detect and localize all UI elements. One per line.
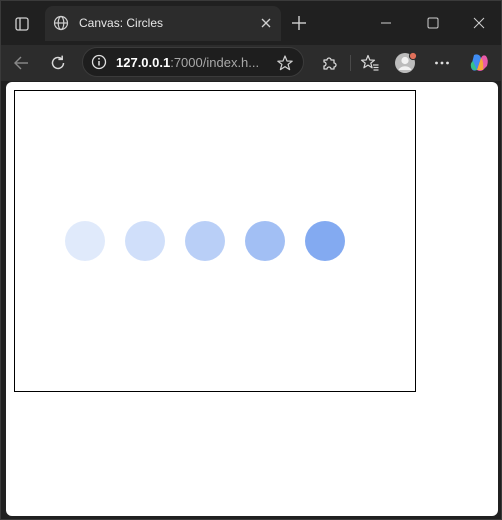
address-bar[interactable]: 127.0.0.1:7000/index.h...: [82, 47, 304, 77]
reload-icon: [51, 55, 65, 70]
globe-icon: [53, 15, 69, 31]
toolbar-divider: [350, 55, 351, 71]
more-button[interactable]: [430, 51, 454, 75]
circle-1: [65, 221, 105, 261]
tab-actions-button[interactable]: [9, 11, 35, 37]
extensions-button[interactable]: [317, 51, 341, 75]
drawing-canvas[interactable]: [14, 90, 416, 392]
url-path: :7000/index.h...: [170, 55, 260, 70]
circle-5: [305, 221, 345, 261]
circle-2: [125, 221, 165, 261]
tab-title: Canvas: Circles: [79, 16, 164, 30]
favorites-button[interactable]: [358, 51, 382, 75]
profile-avatar: [395, 51, 418, 73]
circle-4: [245, 221, 285, 261]
favorites-icon: [360, 54, 379, 71]
profile-button[interactable]: [394, 51, 418, 75]
url-host: 127.0.0.1: [116, 55, 171, 70]
back-button[interactable]: [9, 51, 33, 75]
reload-button[interactable]: [46, 51, 70, 75]
title-bar: Canvas: Circles: [1, 1, 501, 45]
tab-active[interactable]: Canvas: Circles: [45, 6, 281, 41]
info-icon[interactable]: [91, 54, 107, 70]
star-icon[interactable]: [276, 54, 294, 72]
maximize-icon[interactable]: [423, 13, 443, 33]
extensions-icon: [323, 57, 337, 70]
minimize-icon[interactable]: [376, 13, 396, 33]
page-content: [6, 82, 498, 516]
copilot-button[interactable]: [467, 51, 491, 75]
toolbar: 127.0.0.1:7000/index.h...: [1, 45, 501, 81]
back-arrow-icon: [14, 56, 28, 70]
plus-icon[interactable]: [289, 13, 309, 33]
more-icon: [435, 61, 449, 65]
browser-window: Canvas: Circles 127.0.0.1:7000/index.h..…: [0, 0, 502, 520]
url-text[interactable]: 127.0.0.1:7000/index.h...: [116, 55, 259, 70]
copilot-icon: [470, 54, 488, 71]
window-close-icon[interactable]: [469, 13, 489, 33]
tab-actions-icon: [15, 17, 29, 31]
circle-3: [185, 221, 225, 261]
close-icon[interactable]: [259, 16, 273, 30]
